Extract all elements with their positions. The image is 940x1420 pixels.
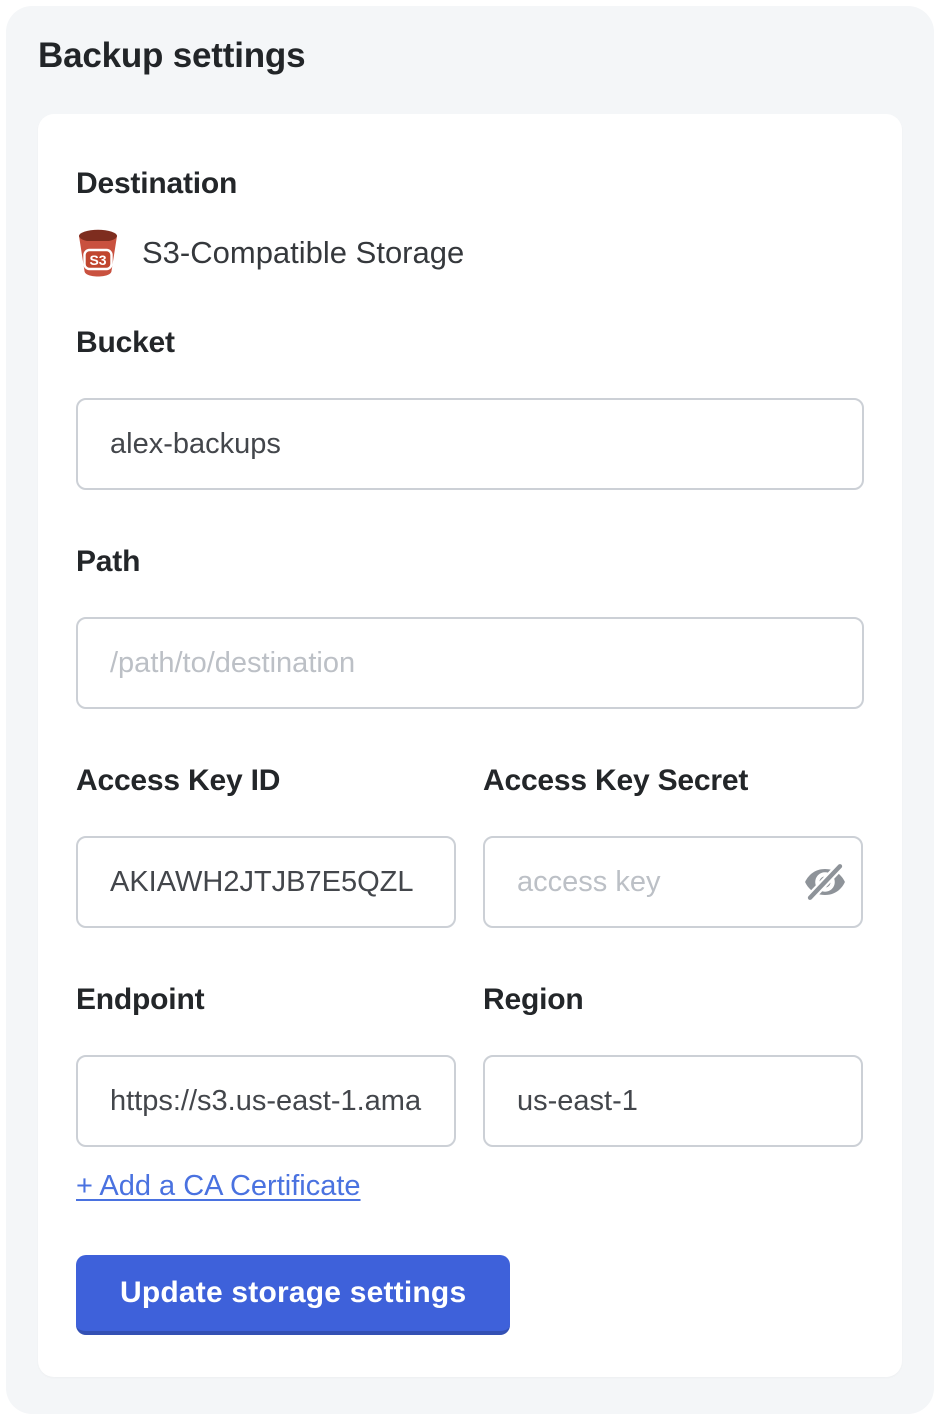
access-key-secret-label: Access Key Secret <box>483 763 863 798</box>
access-keys-row: Access Key ID Access Key Secret <box>76 763 864 928</box>
toggle-secret-visibility-button[interactable] <box>799 856 851 908</box>
update-storage-settings-button[interactable]: Update storage settings <box>76 1255 510 1335</box>
endpoint-field: Endpoint + Add a CA Certificate <box>76 982 456 1203</box>
bucket-input[interactable] <box>76 398 864 490</box>
backup-settings-card: Destination S3 S3-Compatible Storage Buc… <box>38 114 902 1377</box>
endpoint-input[interactable] <box>76 1055 456 1147</box>
access-key-secret-input-wrap <box>483 836 863 928</box>
destination-value: S3-Compatible Storage <box>142 229 464 277</box>
access-key-id-input[interactable] <box>76 836 456 928</box>
s3-bucket-icon: S3 <box>76 229 120 277</box>
access-key-secret-field: Access Key Secret <box>483 763 863 928</box>
add-ca-certificate-link[interactable]: + Add a CA Certificate <box>76 1169 361 1203</box>
eye-off-icon <box>802 859 848 905</box>
access-key-id-field: Access Key ID <box>76 763 456 928</box>
region-field: Region <box>483 982 863 1203</box>
page-title: Backup settings <box>38 36 902 76</box>
region-input[interactable] <box>483 1055 863 1147</box>
path-label: Path <box>76 544 864 579</box>
path-field: Path <box>76 544 864 709</box>
access-key-id-label: Access Key ID <box>76 763 456 798</box>
bucket-field: Bucket <box>76 325 864 490</box>
region-label: Region <box>483 982 863 1017</box>
backup-settings-page: Backup settings Destination S3 S3-Compat… <box>6 6 934 1414</box>
s3-icon-badge-text: S3 <box>89 252 106 268</box>
destination-row: S3 S3-Compatible Storage <box>76 229 864 277</box>
path-input[interactable] <box>76 617 864 709</box>
bucket-label: Bucket <box>76 325 864 360</box>
endpoint-region-row: Endpoint + Add a CA Certificate Region <box>76 982 864 1203</box>
endpoint-label: Endpoint <box>76 982 456 1017</box>
destination-label: Destination <box>76 166 864 201</box>
